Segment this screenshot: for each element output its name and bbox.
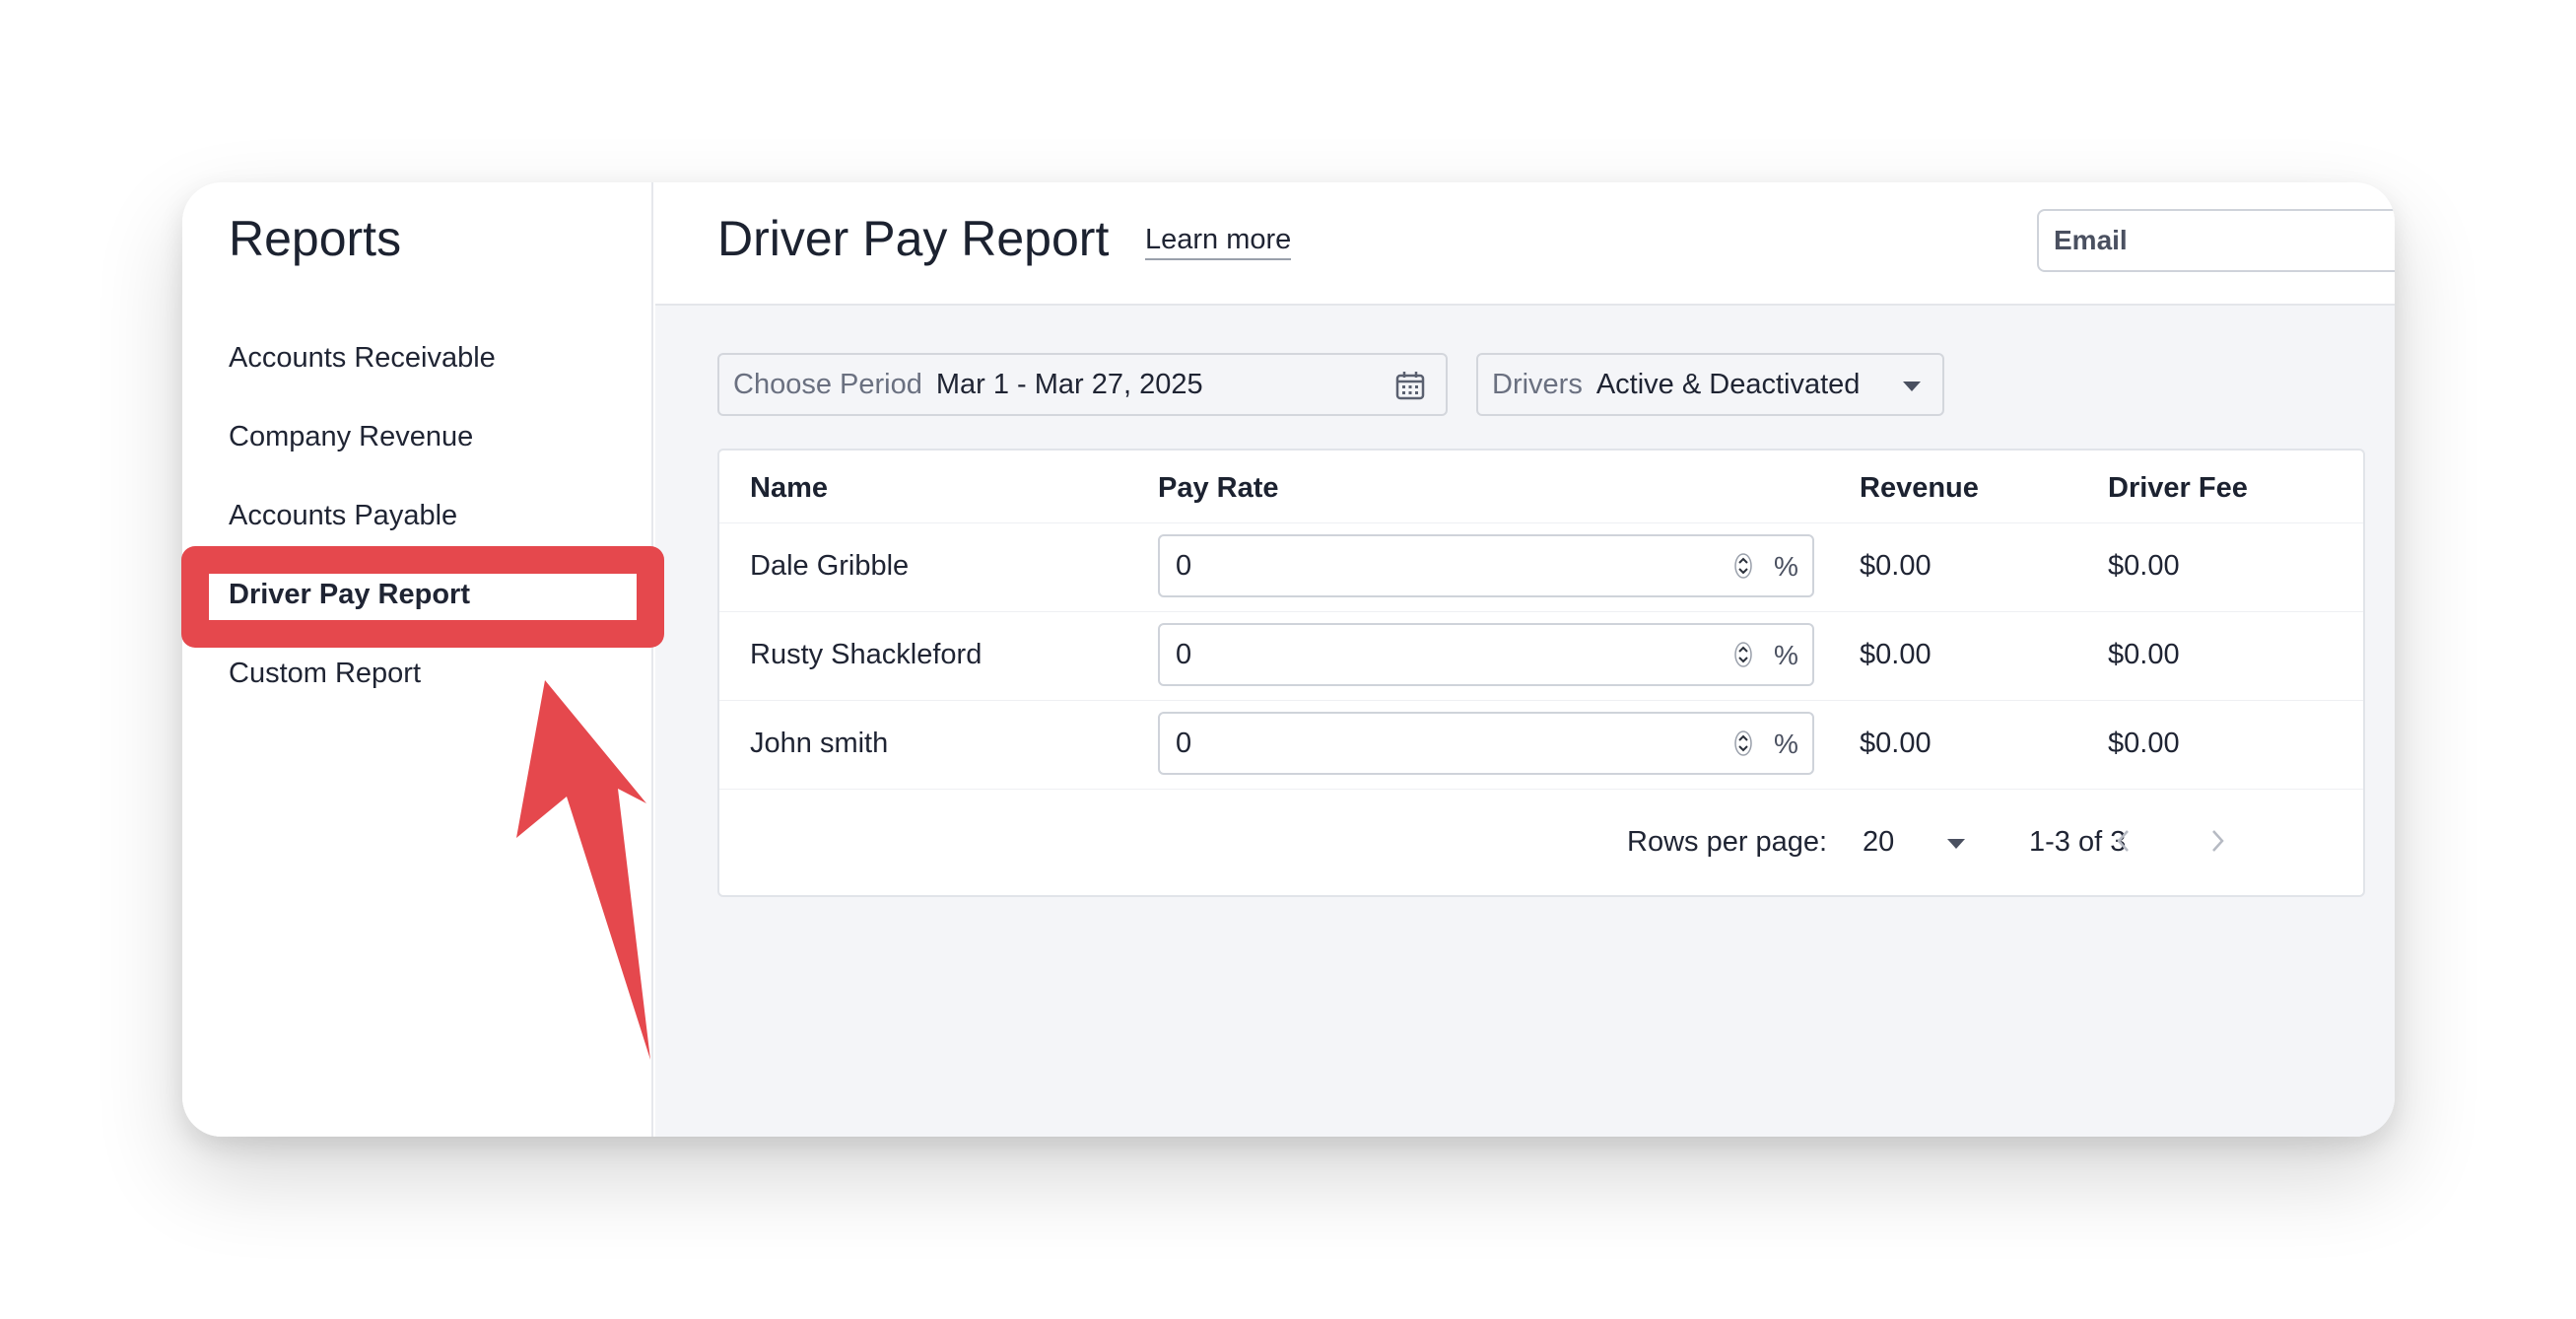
- stepper-icon[interactable]: [1733, 552, 1753, 580]
- main-content: Driver Pay Report Learn more Choose Peri…: [655, 182, 2395, 1137]
- choose-period-label: Choose Period: [733, 368, 922, 400]
- cell-driver-fee: $0.00: [2108, 639, 2180, 670]
- percent-unit: %: [1774, 729, 1798, 759]
- pay-rate-input[interactable]: [1160, 625, 1712, 684]
- drivers-value: Active & Deactivated: [1595, 368, 1861, 400]
- sidebar-item-accounts-payable[interactable]: Accounts Payable: [229, 500, 457, 532]
- driver-pay-table: Name Pay Rate Revenue Driver Fee Dale Gr…: [717, 449, 2365, 897]
- calendar-icon[interactable]: [1394, 370, 1426, 401]
- divider: [719, 522, 2363, 523]
- email-field[interactable]: [2037, 209, 2395, 272]
- cell-revenue: $0.00: [1860, 550, 1932, 582]
- next-page-icon[interactable]: [2203, 823, 2232, 859]
- cell-name: Dale Gribble: [750, 550, 910, 582]
- chevron-down-icon: [1903, 382, 1921, 391]
- sidebar: Reports Accounts Receivable Company Reve…: [182, 182, 653, 1137]
- choose-period-value: Mar 1 - Mar 27, 2025: [935, 368, 1203, 400]
- header-bar: Driver Pay Report Learn more: [655, 182, 2395, 306]
- pay-rate-field: %: [1158, 534, 1814, 597]
- cell-driver-fee: $0.00: [2108, 728, 2180, 759]
- rows-per-page-select[interactable]: 20: [1863, 826, 1894, 859]
- chevron-down-icon[interactable]: [1947, 839, 1965, 849]
- percent-unit: %: [1774, 640, 1798, 670]
- learn-more-link[interactable]: Learn more: [1145, 224, 1292, 260]
- drivers-select[interactable]: Drivers Active & Deactivated: [1476, 353, 1944, 416]
- cell-revenue: $0.00: [1860, 639, 1932, 670]
- stepper-icon[interactable]: [1733, 729, 1753, 757]
- divider: [719, 611, 2363, 612]
- cell-revenue: $0.00: [1860, 728, 1932, 759]
- column-header-name[interactable]: Name: [750, 472, 828, 505]
- drivers-label: Drivers: [1492, 368, 1583, 400]
- column-header-pay-rate[interactable]: Pay Rate: [1158, 472, 1279, 505]
- cell-name: Rusty Shackleford: [750, 639, 983, 670]
- page-title: Driver Pay Report: [717, 211, 1110, 266]
- sidebar-item-accounts-receivable[interactable]: Accounts Receivable: [229, 342, 496, 375]
- divider: [719, 789, 2363, 790]
- rows-per-page-label: Rows per page:: [1627, 826, 1828, 858]
- cell-name: John smith: [750, 728, 889, 759]
- percent-unit: %: [1774, 551, 1798, 582]
- sidebar-item-company-revenue[interactable]: Company Revenue: [229, 421, 473, 453]
- choose-period-picker[interactable]: Choose Period Mar 1 - Mar 27, 2025: [717, 353, 1448, 416]
- sidebar-item-driver-pay-report[interactable]: Driver Pay Report: [229, 579, 470, 611]
- sidebar-title: Reports: [229, 211, 402, 266]
- pay-rate-input[interactable]: [1160, 714, 1712, 773]
- previous-page-icon[interactable]: [2109, 823, 2138, 859]
- pay-rate-input[interactable]: [1160, 536, 1712, 595]
- column-header-driver-fee[interactable]: Driver Fee: [2108, 472, 2248, 505]
- stepper-icon[interactable]: [1733, 641, 1753, 668]
- column-header-revenue[interactable]: Revenue: [1860, 472, 1979, 505]
- app-window: Reports Accounts Receivable Company Reve…: [182, 182, 2395, 1137]
- divider: [719, 700, 2363, 701]
- sidebar-item-custom-report[interactable]: Custom Report: [229, 658, 421, 690]
- pay-rate-field: %: [1158, 712, 1814, 775]
- cell-driver-fee: $0.00: [2108, 550, 2180, 582]
- pay-rate-field: %: [1158, 623, 1814, 686]
